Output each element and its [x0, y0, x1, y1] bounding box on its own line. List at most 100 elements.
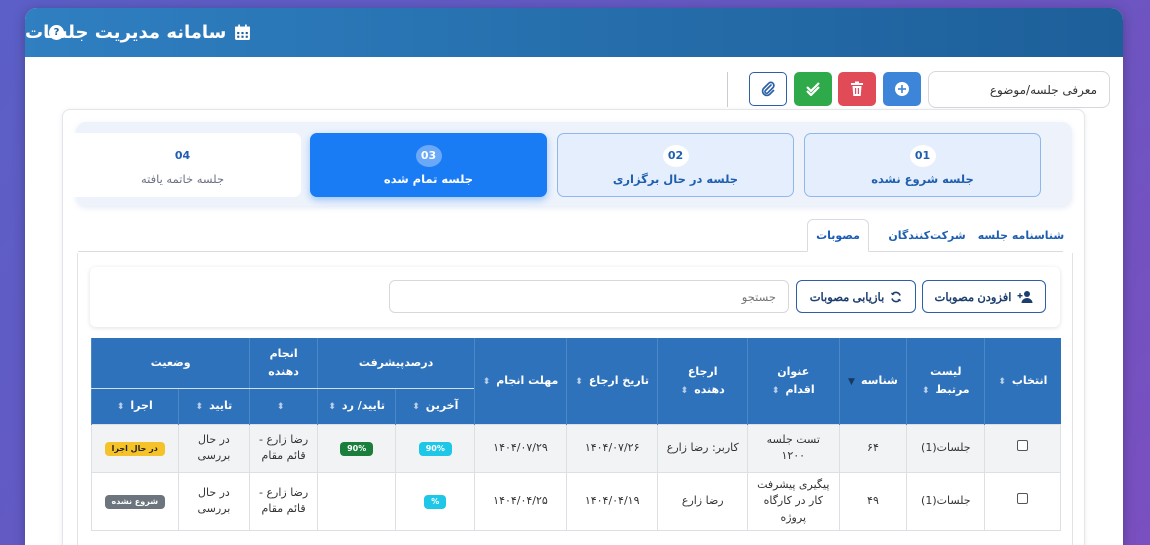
row-select-cell [984, 423, 1061, 473]
search-input[interactable] [389, 280, 789, 313]
title-cell: تست جلسه ۱۲۰۰ [747, 423, 840, 473]
exec-status-badge: شروع نشده [104, 495, 166, 509]
progress-approve-cell: 90% [316, 423, 397, 473]
add-resolution-button[interactable]: افزودن مصوبات [922, 280, 1046, 313]
col-id-label: شناسه [860, 373, 898, 387]
sort-icon: ⬍ [116, 402, 125, 413]
progress-last-cell: % [395, 471, 476, 531]
app-header: سامانه مدیریت جلسات ? [25, 8, 1123, 57]
tab-bar: شناسنامه جلسه شرکت‌کنندگان مصوبات [78, 219, 1064, 252]
related-cell[interactable]: جلسات(1) [906, 423, 986, 473]
step-number: 01 [909, 144, 936, 167]
col-referrer-label: ارجاع دهنده [687, 365, 725, 396]
executor-cell: رضا زارع - قائم مقام [249, 471, 318, 531]
col-related-label: لیست مرتبط [930, 365, 970, 396]
exec-status-cell: در حال اجرا [91, 423, 179, 473]
col-referral-date-label: تاریخ ارجاع [588, 373, 649, 387]
progress-approve-cell [316, 471, 397, 531]
related-cell[interactable]: جلسات(1) [906, 471, 986, 531]
col-progress-last[interactable]: آخرین ⬍ [395, 388, 475, 424]
col-progress: درصدپیشرفت [316, 338, 475, 389]
subject-input[interactable] [928, 71, 1110, 108]
col-action-title[interactable]: عنوان اقدام⬍ [747, 338, 839, 424]
col-related-list[interactable]: لیست مرتبط⬍ [906, 338, 985, 424]
col-action-title-label: عنوان اقدام [777, 365, 815, 396]
col-deadline[interactable]: مهلت انجام ⬍ [474, 338, 567, 424]
referrer-cell: رضا زارع [657, 471, 749, 531]
progress-last-cell: 90% [395, 423, 476, 473]
col-select[interactable]: انتخاب ⬍ [984, 338, 1061, 424]
progress-last-badge: 90% [418, 441, 452, 456]
referral-date-cell: ۱۴۰۴/۰۴/۱۹ [565, 471, 659, 531]
sort-desc-icon: ▼ [848, 376, 855, 387]
tab-meeting-profile[interactable]: شناسنامه جلسه [971, 219, 1071, 252]
col-progress-last-label: آخرین [425, 399, 459, 413]
step-number: 04 [169, 144, 196, 167]
col-executor-sort[interactable]: ⬍ [249, 388, 318, 424]
meeting-card: 01 جلسه شروع نشده 02 جلسه در حال برگزاری… [62, 109, 1085, 545]
refresh-resolutions-button[interactable]: بازیابی مصوبات [796, 280, 916, 313]
sort-icon: ⬍ [575, 376, 583, 387]
calendar-icon [235, 24, 251, 40]
user-plus-icon [1017, 291, 1033, 303]
trash-icon [851, 81, 863, 96]
progress-approve-badge: 90% [340, 441, 374, 456]
approve-status-cell: در حال بررسی [177, 423, 251, 473]
sort-icon: ⬍ [998, 376, 1006, 387]
table-row[interactable]: جلسات(1) ۴۹ پیگیری پیشرفت کار در کارگاه … [91, 471, 1061, 531]
progress-last-badge: % [424, 495, 447, 509]
step-label: جلسه در حال برگزاری [612, 171, 739, 186]
step-closed[interactable]: 04 جلسه خاتمه یافته [64, 133, 301, 197]
title-cell: پیگیری پیشرفت کار در کارگاه پروژه [747, 471, 840, 531]
tab-participants[interactable]: شرکت‌کنندگان [884, 219, 970, 252]
row-checkbox[interactable] [1017, 493, 1029, 504]
exec-status-badge: در حال اجرا [104, 441, 165, 456]
approve-button[interactable] [794, 72, 832, 106]
refresh-resolutions-label: بازیابی مصوبات [809, 291, 885, 304]
sort-icon: ⬍ [276, 402, 285, 413]
deadline-cell: ۱۴۰۴/۰۷/۲۹ [474, 423, 567, 473]
app-window: سامانه مدیریت جلسات ? معرفی جلسه/موضوع 0… [25, 8, 1123, 545]
step-label: جلسه تمام شده [383, 171, 474, 186]
col-status: وضعیت [90, 338, 250, 389]
id-cell: ۴۹ [838, 471, 908, 531]
sort-icon: ⬍ [195, 402, 204, 413]
col-status-approve[interactable]: تایید ⬍ [177, 388, 250, 424]
col-status-approve-label: تایید [209, 399, 233, 413]
double-check-icon [806, 82, 820, 96]
attach-button[interactable] [749, 72, 787, 106]
deadline-cell: ۱۴۰۴/۰۴/۲۵ [474, 471, 567, 531]
sort-icon: ⬍ [922, 385, 930, 396]
step-not-started[interactable]: 01 جلسه شروع نشده [804, 133, 1041, 197]
delete-button[interactable] [838, 72, 876, 106]
executor-cell: رضا زارع - قائم مقام [249, 423, 318, 473]
step-number: 03 [415, 144, 442, 167]
add-resolution-label: افزودن مصوبات [934, 291, 1012, 304]
col-status-exec-label: اجرا [130, 399, 153, 413]
step-finished[interactable]: 03 جلسه تمام شده [310, 133, 547, 197]
step-in-progress[interactable]: 02 جلسه در حال برگزاری [557, 133, 794, 197]
step-label: جلسه شروع نشده [871, 171, 974, 186]
sort-icon: ⬍ [680, 385, 689, 396]
add-button[interactable] [883, 72, 921, 106]
tab-resolutions[interactable]: مصوبات [807, 219, 869, 252]
help-button[interactable]: ? [49, 25, 64, 40]
refresh-icon [891, 291, 902, 302]
sort-icon: ⬍ [328, 402, 336, 413]
col-deadline-label: مهلت انجام [496, 373, 559, 387]
col-id[interactable]: شناسه ▼ [838, 338, 907, 424]
id-cell: ۶۴ [838, 423, 908, 473]
col-progress-approve[interactable]: تایید/ رد ⬍ [316, 388, 396, 424]
resolutions-toolbar: افزودن مصوبات بازیابی مصوبات [90, 267, 1060, 327]
toolbar-divider [727, 72, 728, 107]
row-checkbox[interactable] [1017, 439, 1029, 451]
col-referrer[interactable]: ارجاع دهنده⬍ [657, 338, 748, 424]
referral-date-cell: ۱۴۰۴/۰۷/۲۶ [565, 423, 659, 473]
exec-status-cell: شروع نشده [91, 471, 179, 531]
plus-circle-icon [895, 82, 909, 96]
col-referral-date[interactable]: تاریخ ارجاع ⬍ [565, 338, 658, 424]
step-label: جلسه خاتمه یافته [140, 171, 225, 186]
table-row[interactable]: جلسات(1) ۶۴ تست جلسه ۱۲۰۰ کاربر: رضا زار… [91, 423, 1061, 473]
sort-icon: ⬍ [482, 376, 491, 387]
col-status-exec[interactable]: اجرا ⬍ [91, 388, 179, 424]
